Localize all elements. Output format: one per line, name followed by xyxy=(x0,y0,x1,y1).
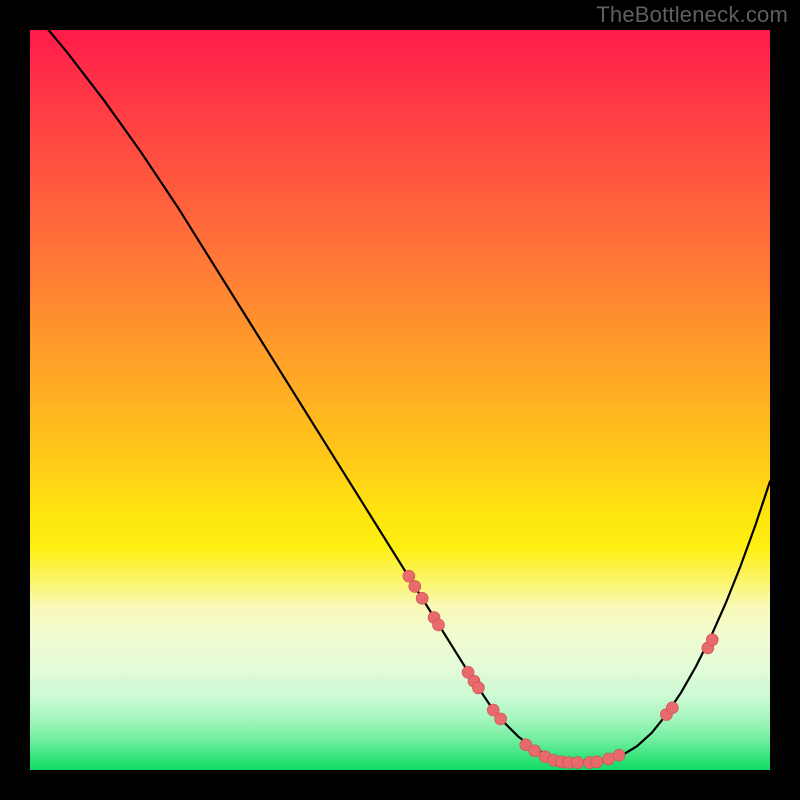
curve-marker xyxy=(472,682,484,694)
bottleneck-curve xyxy=(30,8,770,763)
curve-marker xyxy=(572,757,584,769)
plot-area xyxy=(30,30,770,770)
chart-frame: TheBottleneck.com xyxy=(0,0,800,800)
curve-markers xyxy=(403,570,718,768)
curve-marker xyxy=(416,592,428,604)
curve-marker xyxy=(591,756,603,768)
curve-marker xyxy=(403,570,415,582)
curve-marker xyxy=(409,580,421,592)
watermark-text: TheBottleneck.com xyxy=(596,2,788,28)
curve-layer xyxy=(30,30,770,770)
curve-marker xyxy=(495,713,507,725)
curve-marker xyxy=(529,745,541,757)
curve-marker xyxy=(706,634,718,646)
curve-marker xyxy=(666,702,678,714)
curve-marker xyxy=(613,749,625,761)
curve-marker xyxy=(432,619,444,631)
